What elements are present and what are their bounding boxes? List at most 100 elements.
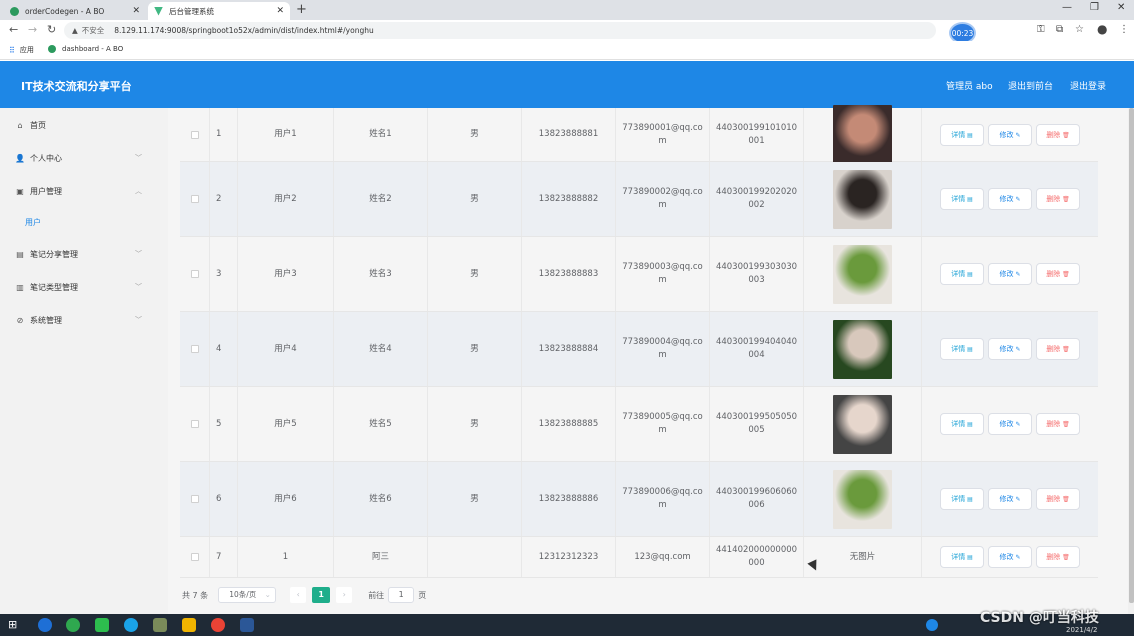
button-label: 详情 bbox=[951, 195, 966, 203]
window-close-icon[interactable]: ✕ bbox=[1117, 2, 1125, 13]
prev-page-icon[interactable]: ‹ bbox=[290, 587, 307, 603]
sidebar-item-label: 个人中心 bbox=[30, 154, 62, 163]
search-app-icon[interactable] bbox=[124, 618, 138, 632]
sidebar-item-system[interactable]: ⊘ 系统管理 bbox=[15, 315, 62, 326]
address-bar[interactable]: ▲ 不安全 8.129.11.174:9008/springboot1o52x/… bbox=[64, 22, 936, 39]
taskbar-date: 2021/4/2 bbox=[1066, 626, 1098, 634]
row-checkbox[interactable] bbox=[190, 195, 199, 203]
delete-button[interactable]: 删除 🗑 bbox=[1036, 413, 1080, 435]
chrome-icon[interactable] bbox=[211, 618, 225, 632]
cell-photo bbox=[804, 105, 922, 164]
sidebar-item-note-type[interactable]: ▥ 笔记类型管理 bbox=[15, 282, 78, 293]
detail-icon: ▤ bbox=[965, 271, 973, 278]
row-checkbox[interactable] bbox=[190, 345, 199, 353]
help-icon[interactable] bbox=[926, 619, 938, 631]
bookmark-dashboard[interactable]: dashboard - A BO bbox=[48, 45, 123, 53]
windows-start-icon[interactable]: ⊞ bbox=[8, 618, 22, 632]
cell-idcard: 441402000000000000 bbox=[710, 537, 804, 577]
key-icon[interactable]: ⚿ bbox=[1037, 24, 1045, 35]
cell-account: 用户6 bbox=[238, 462, 334, 536]
detail-icon: ▤ bbox=[965, 496, 973, 503]
delete-button[interactable]: 删除 🗑 bbox=[1036, 263, 1080, 285]
page-size-select[interactable]: 10条/页 ⌄ bbox=[218, 587, 277, 603]
delete-button[interactable]: 删除 🗑 bbox=[1036, 123, 1080, 146]
star-icon[interactable]: ☆ bbox=[1075, 24, 1084, 35]
table-row: 2 用户2 姓名2 男 13823888882 773890002@qq.com 44030… bbox=[180, 162, 1098, 237]
app-green-icon[interactable] bbox=[66, 618, 80, 632]
reload-icon[interactable]: ↻ bbox=[47, 23, 56, 36]
wechat-icon[interactable] bbox=[95, 618, 109, 632]
sidebar-item-home[interactable]: ⌂ 首页 bbox=[15, 120, 46, 131]
scrollbar-thumb[interactable] bbox=[1129, 108, 1134, 603]
forward-icon[interactable]: → bbox=[28, 23, 37, 36]
sidebar-item-users[interactable]: ▣ 用户管理 bbox=[15, 186, 62, 197]
row-checkbox[interactable] bbox=[190, 130, 199, 139]
edit-button[interactable]: 修改 ✎ bbox=[988, 413, 1032, 435]
row-checkbox[interactable] bbox=[190, 495, 199, 503]
bookmark-apps[interactable]: ⠿ 应用 bbox=[9, 45, 34, 55]
close-tab-icon[interactable]: ✕ bbox=[132, 6, 140, 16]
user-avatar bbox=[833, 169, 892, 229]
page-size-value: 10条/页 bbox=[229, 590, 257, 599]
profile-icon[interactable]: ● bbox=[1097, 22, 1107, 36]
detail-button[interactable]: 详情 ▤ bbox=[940, 188, 984, 210]
detail-button[interactable]: 详情 ▤ bbox=[940, 413, 984, 435]
edit-button[interactable]: 修改 ✎ bbox=[988, 488, 1032, 510]
next-page-icon[interactable]: › bbox=[336, 587, 353, 603]
app-yellow-icon[interactable] bbox=[182, 618, 196, 632]
edit-button[interactable]: 修改 ✎ bbox=[988, 338, 1032, 360]
row-select-cell bbox=[180, 312, 210, 386]
tab-ordercodegen[interactable]: orderCodegen - A BO ✕ bbox=[4, 2, 146, 20]
goto-page-input[interactable]: 1 bbox=[388, 587, 415, 603]
edit-icon: ✎ bbox=[1013, 131, 1021, 139]
word-icon[interactable] bbox=[240, 618, 254, 632]
row-checkbox[interactable] bbox=[190, 270, 199, 278]
bookmark-label: dashboard - A BO bbox=[62, 45, 124, 53]
page-number-current[interactable]: 1 bbox=[312, 587, 331, 603]
detail-button[interactable]: 详情 ▤ bbox=[940, 546, 984, 568]
row-checkbox[interactable] bbox=[190, 553, 199, 561]
edit-button[interactable]: 修改 ✎ bbox=[988, 546, 1032, 568]
chevron-down-icon: ﹀ bbox=[135, 250, 142, 258]
delete-button[interactable]: 删除 🗑 bbox=[1036, 188, 1080, 210]
edit-button[interactable]: 修改 ✎ bbox=[988, 188, 1032, 210]
button-label: 删除 bbox=[1046, 270, 1061, 278]
close-tab-icon[interactable]: ✕ bbox=[276, 6, 284, 16]
cell-gender: 男 bbox=[428, 162, 522, 236]
tab-favicon-icon bbox=[10, 6, 19, 16]
row-checkbox[interactable] bbox=[190, 420, 199, 428]
cell-email: 773890001@qq.com bbox=[616, 108, 710, 161]
tab-admin-system[interactable]: 后台管理系统 ✕ bbox=[148, 2, 290, 20]
settings-icon: ⊘ bbox=[16, 316, 24, 325]
detail-button[interactable]: 详情 ▤ bbox=[940, 338, 984, 360]
button-label: 详情 bbox=[951, 345, 966, 353]
app-folder-icon[interactable] bbox=[153, 618, 167, 632]
sidebar-subitem-user[interactable]: 用户 bbox=[25, 217, 41, 228]
detail-button[interactable]: 详情 ▤ bbox=[940, 123, 984, 146]
cell-index: 4 bbox=[210, 312, 238, 386]
back-icon[interactable]: ← bbox=[9, 23, 18, 36]
detail-button[interactable]: 详情 ▤ bbox=[940, 263, 984, 285]
minimize-icon[interactable]: — bbox=[1062, 2, 1072, 13]
new-tab-icon[interactable]: + bbox=[296, 2, 307, 17]
edge-icon[interactable] bbox=[38, 618, 52, 632]
translate-icon[interactable]: ⧉ bbox=[1056, 24, 1063, 35]
sidebar-item-note-share[interactable]: ▤ 笔记分享管理 bbox=[15, 249, 78, 260]
delete-button[interactable]: 删除 🗑 bbox=[1036, 338, 1080, 360]
button-label: 修改 bbox=[999, 420, 1014, 428]
main-content: 1 用户1 姓名1 男 13823888881 773890001@qq.com 44030… bbox=[168, 105, 1128, 614]
detail-button[interactable]: 详情 ▤ bbox=[940, 488, 984, 510]
exit-to-front-link[interactable]: 退出到前台 bbox=[1008, 79, 1053, 92]
restore-icon[interactable]: ❐ bbox=[1090, 2, 1099, 13]
sidebar-item-profile[interactable]: 👤 个人中心 bbox=[15, 153, 62, 164]
delete-button[interactable]: 删除 🗑 bbox=[1036, 546, 1080, 568]
edit-button[interactable]: 修改 ✎ bbox=[988, 123, 1032, 146]
page-scrollbar[interactable] bbox=[1128, 108, 1134, 614]
menu-icon[interactable]: ⋮ bbox=[1119, 24, 1129, 35]
delete-button[interactable]: 删除 🗑 bbox=[1036, 488, 1080, 510]
logout-link[interactable]: 退出登录 bbox=[1070, 79, 1106, 92]
cell-name: 姓名5 bbox=[334, 387, 428, 461]
edit-button[interactable]: 修改 ✎ bbox=[988, 263, 1032, 285]
table-row: 7 1 阿三 12312312323 123@qq.com 441402000000000… bbox=[180, 537, 1098, 578]
cell-account: 用户2 bbox=[238, 162, 334, 236]
